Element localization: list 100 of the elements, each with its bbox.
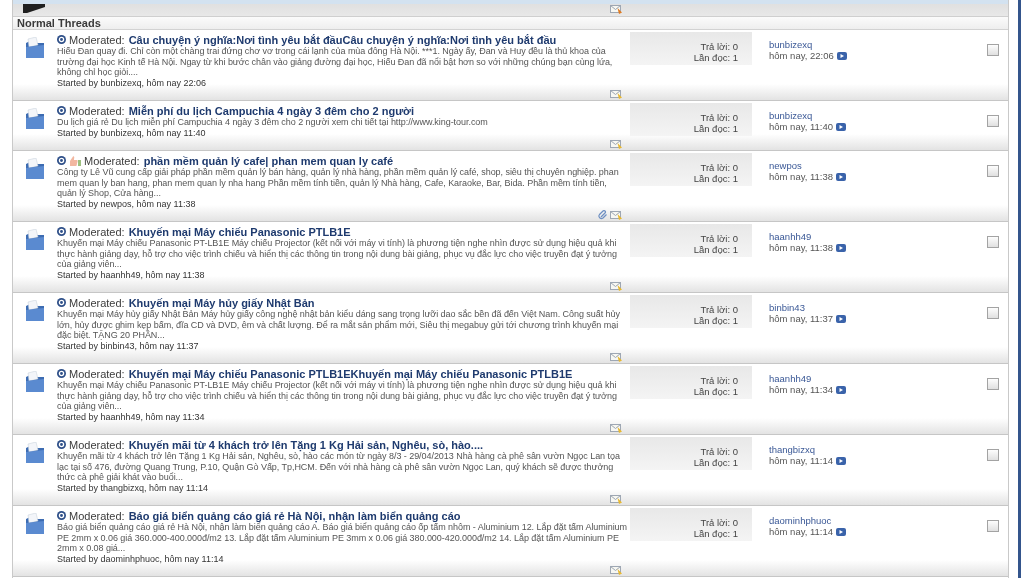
thread-snippet: Du lịch giá rẻ Du lịch miễn phí Campuchia 4 ngày 3 đêm cho 2 người xem chi tiết tại http://www.king-tour.com	[57, 117, 489, 128]
ring-icon	[57, 369, 66, 378]
last-poster-link[interactable]: haanhh49	[769, 373, 812, 384]
thread-checkbox[interactable]	[987, 378, 999, 390]
moderation-label: Moderated:	[84, 154, 140, 167]
started-by-text: Started by haanhh49, hôm nay 11:34	[57, 411, 206, 422]
thread-title-link[interactable]: Khuyến mại Máy chiếu Panasonic PTLB1E	[128, 225, 351, 238]
folder-icon	[25, 108, 45, 130]
envelope-icon	[610, 4, 622, 14]
envelope-icon	[610, 352, 622, 362]
started-by-text: Started by bunbizexq, hôm nay 11:40	[57, 127, 207, 138]
view-count: Lần đọc: 1	[693, 52, 738, 63]
reply-count: Trả lời: 0	[700, 517, 738, 528]
thread-checkbox[interactable]	[987, 44, 999, 56]
ring-icon	[57, 227, 66, 236]
arrow-icon[interactable]	[836, 243, 847, 252]
folder-icon	[25, 513, 45, 535]
thread-checkbox[interactable]	[987, 115, 999, 127]
arrow-icon[interactable]	[836, 172, 847, 181]
thread-checkbox[interactable]	[987, 307, 999, 319]
ring-icon	[57, 35, 66, 44]
reply-count: Trả lời: 0	[700, 233, 738, 244]
last-post-time: hôm nay, 11:37	[769, 313, 834, 324]
thread-title-link[interactable]: Miễn phí du lịch Campuchia 4 ngày 3 đêm cho 2 người	[128, 104, 414, 117]
thread-snippet: Công ty Lê Vũ cung cấp giải pháp phần mềm quản lý bán hàng, quản lý nhà hàng, phần mềm quản lý café, shop, siêu thị chuyên nghiệp. phan mem quan ly ban hang, phan mem quan ly nha hang Phần mềm tính tiền, quản lý Nhà hàng, Cafe, Karaoke, Bar, Bida. Phần mềm tính tiền, quản lý Shop, Cửa hàng...	[57, 167, 620, 199]
folder-icon	[25, 300, 45, 322]
last-post-time: hôm nay, 11:14	[769, 526, 834, 537]
last-post-time: hôm nay, 11:14	[769, 455, 834, 466]
last-poster-link[interactable]: newpos	[769, 160, 802, 171]
reply-count: Trả lời: 0	[700, 375, 738, 386]
view-count: Lần đọc: 1	[693, 528, 738, 539]
moderation-label: Moderated:	[69, 296, 125, 309]
view-count: Lần đọc: 1	[693, 244, 738, 255]
last-post-time: hôm nay, 11:34	[769, 384, 834, 395]
started-by-text: Started by bunbizexq, hôm nay 22:06	[57, 77, 208, 88]
thread-checkbox[interactable]	[987, 520, 999, 532]
started-by-text: Started by daominhphuoc, hôm nay 11:14	[57, 553, 225, 564]
reply-count: Trả lời: 0	[700, 304, 738, 315]
thread-title-link[interactable]: Khuyến mại Máy hủy giấy Nhật Bản	[128, 296, 315, 309]
started-by-text: Started by thangbizxq, hôm nay 11:14	[57, 482, 209, 493]
last-post-time: hôm nay, 11:38	[769, 171, 834, 182]
started-by-text: Started by binbin43, hôm nay 11:37	[57, 340, 200, 351]
envelope-icon	[610, 210, 622, 220]
thread-title-link[interactable]: Câu chuyện ý nghĩa:Nơi tình yêu bắt đầuCâu chuyện ý nghĩa:Nơi tình yêu bắt đầu	[128, 33, 557, 46]
reply-count: Trả lời: 0	[700, 446, 738, 457]
reply-count: Trả lời: 0	[700, 112, 738, 123]
folder-icon	[25, 442, 45, 464]
wedge-icon	[23, 4, 45, 13]
moderation-label: Moderated:	[69, 509, 125, 522]
moderation-label: Moderated:	[69, 104, 125, 117]
envelope-icon	[610, 494, 622, 504]
view-count: Lần đọc: 1	[693, 315, 738, 326]
folder-icon	[25, 371, 45, 393]
view-count: Lần đọc: 1	[693, 123, 738, 134]
arrow-icon[interactable]	[836, 314, 847, 323]
envelope-icon	[610, 281, 622, 291]
last-poster-link[interactable]: haanhh49	[769, 231, 812, 242]
thread-title-link[interactable]: Khuyến mại Máy chiếu Panasonic PTLB1EKhuyến mại Máy chiếu Panasonic PTLB1E	[128, 367, 573, 380]
thread-title-link[interactable]: Báo giá biển quảng cáo giá rẻ Hà Nội, nhận làm biển quảng cáo	[128, 509, 461, 522]
ring-icon	[57, 106, 66, 115]
arrow-icon[interactable]	[836, 385, 847, 394]
view-count: Lần đọc: 1	[693, 173, 738, 184]
thread-snippet: Khuyến mãi từ 4 khách trở lên Tặng 1 Kg Hải sản, Nghêu, sò, hào các món từ ngày 8/3 - 29/04/2013 Nhà hàng cà phê sân vườn Ngọc Lan tọa lạc tại số 476, đường Quang Trung, P.10, Quận Gò Vấp, Tp,HCM. Đến với nhà hàng cà phê sân vườn Ngọc Lan, quý khách sẽ được thưởng thức cà phê giải khát vào buổi...	[57, 451, 621, 483]
started-by-text: Started by newpos, hôm nay 11:38	[57, 198, 197, 209]
ring-icon	[57, 156, 66, 165]
view-count: Lần đọc: 1	[693, 386, 738, 397]
ring-icon	[57, 511, 66, 520]
last-poster-link[interactable]: thangbizxq	[769, 444, 815, 455]
moderation-label: Moderated:	[69, 367, 125, 380]
envelope-icon	[610, 89, 622, 99]
section-header: Normal Threads	[13, 17, 1008, 30]
envelope-icon	[610, 565, 622, 575]
thread-title-link[interactable]: Khuyến mãi từ 4 khách trở lên Tặng 1 Kg Hải sản, Nghêu, sò, hào....	[128, 438, 484, 451]
last-poster-link[interactable]: bunbizexq	[769, 110, 813, 121]
folder-icon	[25, 158, 45, 180]
moderation-label: Moderated:	[69, 225, 125, 238]
thread-snippet: Khuyến mại Máy chiếu Panasonic PT-LB1E Máy chiếu Projector (kết nối với máy vi tính) là phương tiện nghe nhìn được sử dụng hiệu quả khi thực hành giảng dạy, hỗ trợ cho việc trình chiếu và hiển thị các thông tin trong nội dung bài giảng, phục vụ đắc lực cho việc truyền đạt ý tưởng của giảng viên...	[57, 238, 618, 270]
view-count: Lần đọc: 1	[693, 457, 738, 468]
reply-count: Trả lời: 0	[700, 162, 738, 173]
thread-checkbox[interactable]	[987, 165, 999, 177]
last-poster-link[interactable]: binbin43	[769, 302, 805, 313]
last-poster-link[interactable]: daominhphuoc	[769, 515, 832, 526]
last-poster-link[interactable]: bunbizexq	[769, 39, 813, 50]
arrow-icon[interactable]	[836, 456, 847, 465]
moderation-label: Moderated:	[69, 438, 125, 451]
envelope-icon	[610, 423, 622, 433]
thread-checkbox[interactable]	[987, 449, 999, 461]
thread-snippet: Khuyến mại Máy chiếu Panasonic PT-LB1E Máy chiếu Projector (kết nối với máy vi tính) là phương tiện nghe nhìn được sử dụng hiệu quả khi thực hành giảng dạy, hỗ trợ cho việc trình chiếu và hiển thị các thông tin trong nội dung bài giảng, phục vụ đắc lực cho việc truyền đạt ý tưởng của giảng viên...	[57, 380, 618, 412]
last-post-time: hôm nay, 11:38	[769, 242, 834, 253]
thread-checkbox[interactable]	[987, 236, 999, 248]
arrow-icon[interactable]	[836, 527, 847, 536]
thread-snippet: Hiếu Đan quay đi. Chỉ còn một chàng trai đứng chơ vơ trong cái lạnh của mùa đông Hà Nội. ***1. Ngày ấy, Đan và Huy đều là thủ khoa của trường đại học Kinh tế Hà Nội. Ngay từ khi bước chân vào giảng đường đại học, Hiếu Đan đã nổi bật hơn so với những chúng bạn cùng lứa, không chỉ học giỏi....	[57, 46, 614, 78]
ring-icon	[57, 440, 66, 449]
reply-count: Trả lời: 0	[700, 41, 738, 52]
folder-icon	[25, 229, 45, 251]
last-post-time: hôm nay, 11:40	[769, 121, 834, 132]
thread-title-link[interactable]: phần mềm quản lý cafe| phan mem quan ly café	[143, 154, 394, 167]
moderation-label: Moderated:	[69, 33, 125, 46]
folder-icon	[25, 37, 45, 59]
arrow-icon[interactable]	[836, 122, 847, 131]
